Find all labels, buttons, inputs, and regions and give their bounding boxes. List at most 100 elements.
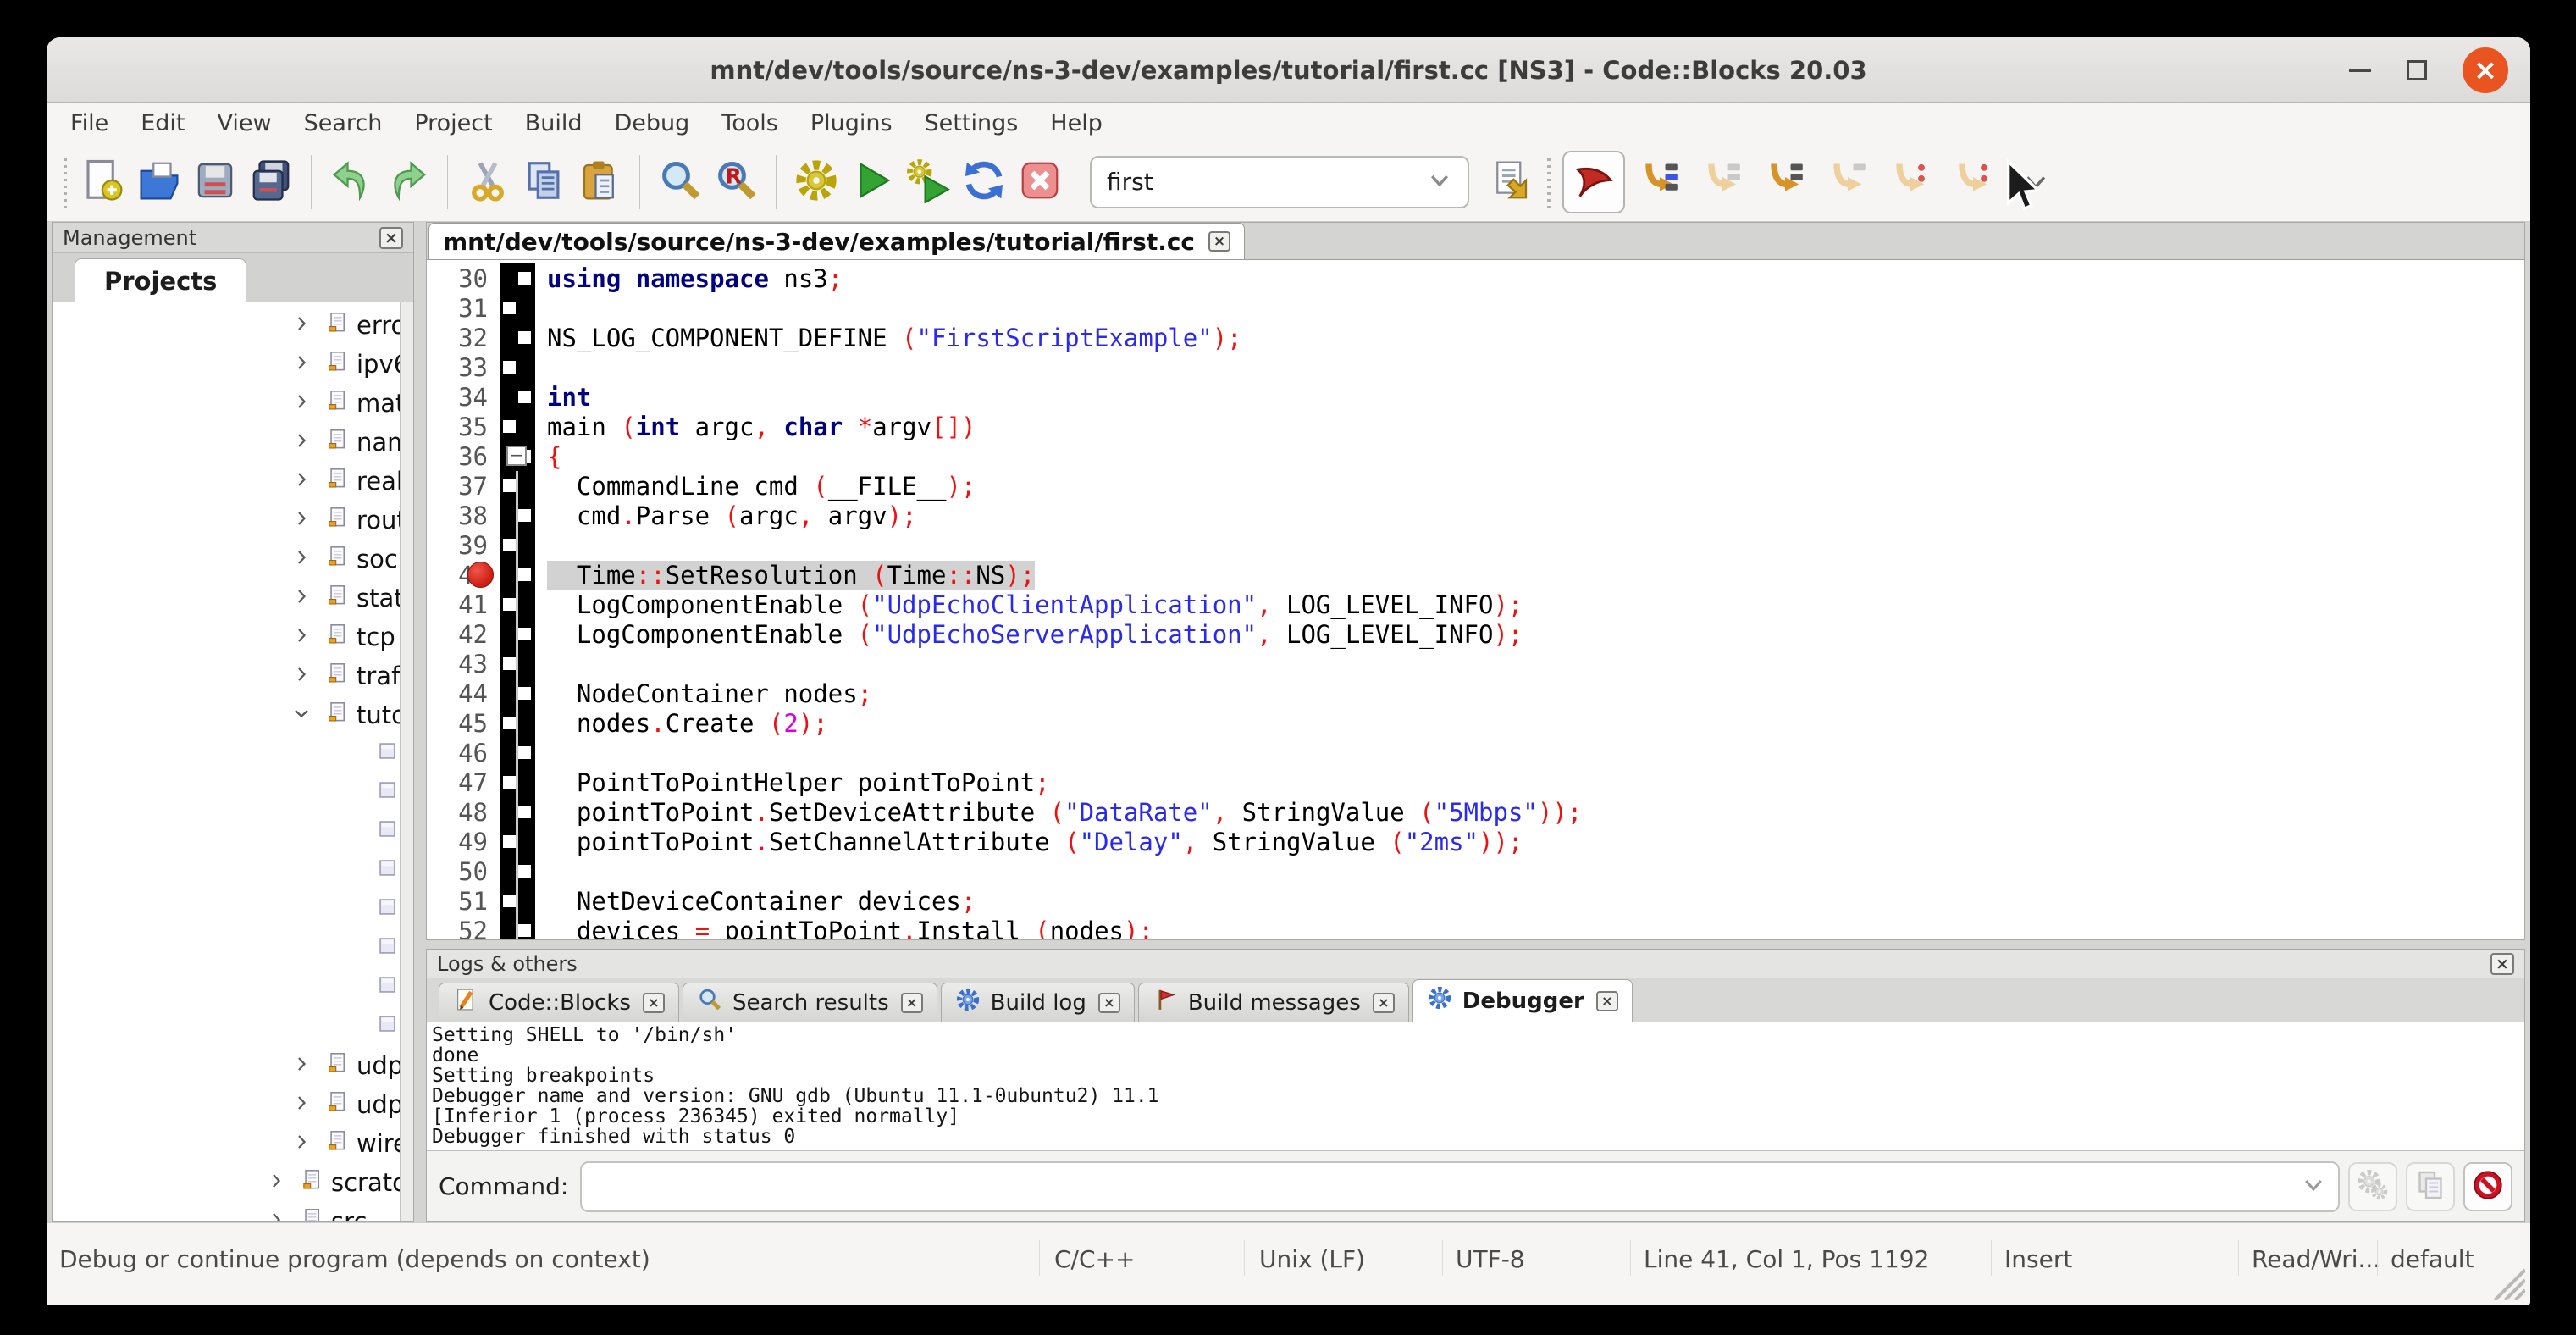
code-line-43[interactable]: 43 — [427, 649, 2524, 679]
tree-item-tcp[interactable]: tcp — [53, 618, 400, 656]
chevron-expanded-icon[interactable] — [291, 701, 313, 729]
run-to-cursor-button[interactable] — [1633, 156, 1686, 208]
fold-margin[interactable] — [500, 797, 535, 827]
chevron-collapsed-icon[interactable] — [291, 584, 313, 612]
chevron-collapsed-icon[interactable] — [291, 350, 313, 379]
fold-margin[interactable] — [500, 649, 535, 679]
tree-item-fif[interactable]: fif — [53, 734, 400, 773]
fold-margin[interactable] — [500, 886, 535, 916]
tree-item-udp[interactable]: udp — [53, 1046, 400, 1085]
code-line-49[interactable]: 49 pointToPoint.SetChannelAttribute ("De… — [427, 827, 2524, 856]
tree-scrollbar[interactable] — [400, 302, 413, 1221]
run-button[interactable] — [844, 154, 900, 210]
chevron-collapsed-icon[interactable] — [291, 467, 313, 496]
tree-item-tuto[interactable]: tuto — [53, 695, 400, 734]
abort-build-button[interactable] — [1012, 154, 1068, 210]
menu-file[interactable]: File — [70, 110, 108, 136]
log-tab-debugger[interactable]: Debugger× — [1412, 979, 1633, 1022]
minimize-button[interactable] — [2349, 69, 2371, 72]
command-input[interactable] — [580, 1161, 2340, 1212]
copy-log-button[interactable] — [2406, 1162, 2455, 1211]
fold-margin[interactable] — [500, 323, 535, 352]
code-line-33[interactable]: 33 — [427, 352, 2524, 382]
tree-item-th[interactable]: th — [53, 1007, 400, 1046]
log-tab-build-messages[interactable]: Build messages× — [1138, 983, 1409, 1022]
menu-debug[interactable]: Debug — [615, 110, 690, 136]
step-out-button[interactable] — [1821, 156, 1874, 208]
code-line-48[interactable]: 48 pointToPoint.SetDeviceAttribute ("Dat… — [427, 797, 2524, 827]
tree-item-erro[interactable]: erro — [53, 306, 400, 345]
menu-view[interactable]: View — [217, 110, 271, 136]
fold-margin[interactable] — [500, 679, 535, 708]
tree-item-nam[interactable]: nam — [53, 423, 400, 462]
code-line-41[interactable]: 41 LogComponentEnable ("UdpEchoClientApp… — [427, 590, 2524, 619]
fold-margin[interactable] — [500, 293, 535, 323]
select-target-button[interactable] — [1483, 154, 1539, 210]
build-button[interactable] — [788, 154, 844, 210]
code-line-38[interactable]: 38 cmd.Parse (argc, argv); — [427, 501, 2524, 530]
menu-edit[interactable]: Edit — [141, 110, 185, 136]
code-line-51[interactable]: 51 NetDeviceContainer devices; — [427, 886, 2524, 916]
close-button[interactable]: × — [2463, 47, 2508, 93]
next-line-button[interactable] — [1696, 156, 1749, 208]
code-line-37[interactable]: 37 CommandLine cmd (__FILE__); — [427, 471, 2524, 501]
new-file-button[interactable] — [75, 154, 131, 210]
fold-margin[interactable] — [500, 827, 535, 856]
chevron-collapsed-icon[interactable] — [291, 662, 313, 690]
menu-project[interactable]: Project — [414, 110, 492, 136]
debugger-settings-button[interactable] — [2348, 1162, 2397, 1211]
chevron-collapsed-icon[interactable] — [291, 506, 313, 535]
fold-margin[interactable] — [500, 412, 535, 441]
tree-item-traff[interactable]: traff — [53, 656, 400, 695]
save-file-button[interactable] — [187, 154, 243, 210]
chevron-collapsed-icon[interactable] — [266, 1207, 288, 1221]
menu-settings[interactable]: Settings — [925, 110, 1019, 136]
build-target-combobox[interactable]: first — [1090, 156, 1469, 208]
logs-close-icon[interactable]: × — [2490, 953, 2514, 975]
fold-margin[interactable] — [500, 738, 535, 767]
next-instruction-button[interactable] — [1884, 156, 1937, 208]
code-line-34[interactable]: 34int — [427, 382, 2524, 412]
fold-margin[interactable]: − — [500, 441, 535, 471]
menu-plugins[interactable]: Plugins — [810, 110, 893, 136]
chevron-collapsed-icon[interactable] — [291, 389, 313, 418]
tree-item-he[interactable]: he — [53, 851, 400, 890]
breakpoint-marker[interactable] — [467, 562, 494, 588]
tab-projects[interactable]: Projects — [75, 258, 246, 303]
code-line-39[interactable]: 39 — [427, 530, 2524, 560]
fold-margin[interactable] — [500, 263, 535, 293]
tree-item-src[interactable]: src — [53, 1202, 400, 1221]
code-line-44[interactable]: 44 NodeContainer nodes; — [427, 679, 2524, 708]
tree-item-fo[interactable]: fo — [53, 812, 400, 851]
menu-build[interactable]: Build — [525, 110, 583, 136]
chevron-collapsed-icon[interactable] — [291, 428, 313, 457]
save-all-button[interactable] — [243, 154, 299, 210]
fold-margin[interactable] — [500, 590, 535, 619]
title-bar[interactable]: mnt/dev/tools/source/ns-3-dev/examples/t… — [47, 37, 2530, 103]
find-button[interactable] — [652, 154, 708, 210]
fold-margin[interactable] — [500, 501, 535, 530]
code-line-52[interactable]: 52 devices = pointToPoint.Install (nodes… — [427, 916, 2524, 939]
chevron-collapsed-icon[interactable] — [291, 1129, 313, 1158]
fold-margin[interactable] — [500, 619, 535, 649]
fold-margin[interactable] — [500, 471, 535, 501]
tree-item-ipv6[interactable]: ipv6 — [53, 345, 400, 384]
tree-item-udp-[interactable]: udp- — [53, 1085, 400, 1124]
log-tab-close-icon[interactable]: × — [643, 993, 665, 1013]
debug-continue-button[interactable] — [1562, 151, 1625, 213]
cut-button[interactable] — [460, 154, 516, 210]
menu-search[interactable]: Search — [304, 110, 383, 136]
menu-help[interactable]: Help — [1050, 110, 1103, 136]
tree-item-mat[interactable]: mat — [53, 384, 400, 423]
step-into-button[interactable] — [1759, 156, 1811, 208]
log-tab-close-icon[interactable]: × — [901, 993, 923, 1013]
fold-marker-icon[interactable]: − — [506, 446, 527, 466]
tree-item-se[interactable]: se — [53, 890, 400, 929]
chevron-collapsed-icon[interactable] — [291, 1051, 313, 1080]
tree-item-wire[interactable]: wire — [53, 1124, 400, 1163]
code-editor[interactable]: 30using namespace ns3;3132NS_LOG_COMPONE… — [427, 260, 2524, 939]
build-and-run-button[interactable] — [900, 154, 956, 210]
management-close-icon[interactable]: × — [379, 227, 403, 249]
menu-tools[interactable]: Tools — [721, 110, 778, 136]
tree-item-stats[interactable]: stats — [53, 579, 400, 618]
